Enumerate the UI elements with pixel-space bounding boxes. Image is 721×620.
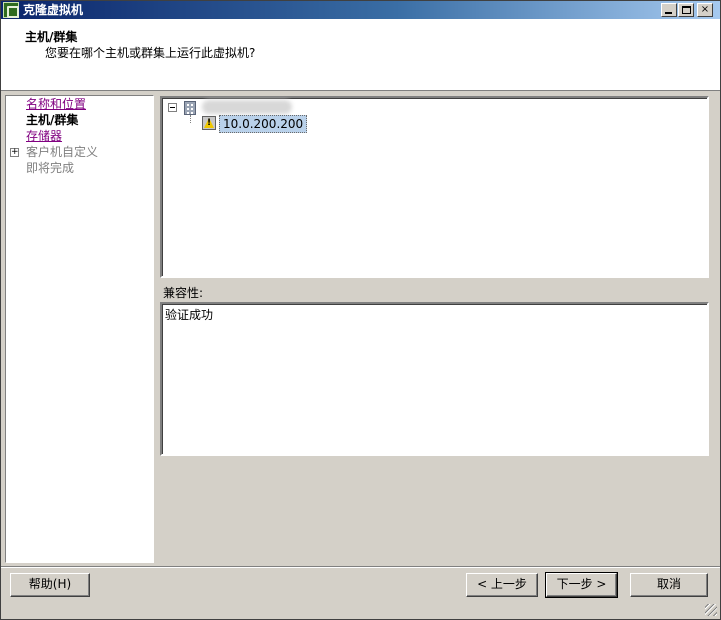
window-title: 克隆虚拟机	[23, 3, 84, 17]
wizard-steps-nav: 名称和位置 主机/群集 存储器 + 客户机自定义 即将完成	[5, 95, 154, 563]
divider	[1, 566, 720, 568]
next-button[interactable]: 下一步 >	[545, 572, 618, 598]
host-warning-icon	[202, 116, 216, 130]
nav-step-name-location[interactable]: 名称和位置	[26, 97, 86, 112]
back-button[interactable]: < 上一步	[466, 573, 538, 597]
datacenter-name-redacted[interactable]	[202, 100, 292, 114]
tree-connector	[190, 115, 191, 123]
maximize-icon	[682, 6, 691, 14]
compatibility-message: 验证成功	[165, 308, 214, 322]
clone-vm-dialog: 克隆虚拟机 × 主机/群集 您要在哪个主机或群集上运行此虚拟机? 名称和位置 主…	[0, 0, 721, 620]
maximize-button[interactable]	[678, 3, 694, 17]
minimize-button[interactable]	[661, 3, 677, 17]
nav-step-storage[interactable]: 存储器	[26, 129, 62, 144]
datacenter-icon	[184, 101, 196, 115]
resize-grip-icon[interactable]	[705, 604, 717, 616]
expand-plus-icon[interactable]: +	[10, 148, 19, 157]
minimize-icon	[665, 12, 672, 14]
compatibility-box: 验证成功	[160, 302, 709, 456]
app-icon	[3, 2, 19, 18]
close-icon: ×	[700, 4, 710, 15]
nav-step-ready-to-complete: 即将完成	[26, 161, 75, 175]
nav-step-host-cluster: 主机/群集	[26, 113, 79, 127]
compatibility-label: 兼容性:	[163, 286, 204, 300]
cancel-button[interactable]: 取消	[630, 573, 708, 597]
title-bar[interactable]: 克隆虚拟机 ×	[1, 1, 720, 19]
page-subtitle: 您要在哪个主机或群集上运行此虚拟机?	[45, 46, 256, 60]
help-button[interactable]: 帮助(H)	[10, 573, 90, 597]
host-cluster-tree[interactable]: 10.0.200.200	[160, 96, 709, 278]
nav-step-guest-customization: 客户机自定义	[26, 145, 99, 159]
wizard-header: 主机/群集 您要在哪个主机或群集上运行此虚拟机?	[1, 19, 720, 91]
collapse-minus-icon[interactable]	[168, 103, 177, 112]
page-title: 主机/群集	[25, 30, 78, 44]
tree-node-host[interactable]: 10.0.200.200	[219, 115, 308, 133]
close-button[interactable]: ×	[697, 3, 713, 17]
